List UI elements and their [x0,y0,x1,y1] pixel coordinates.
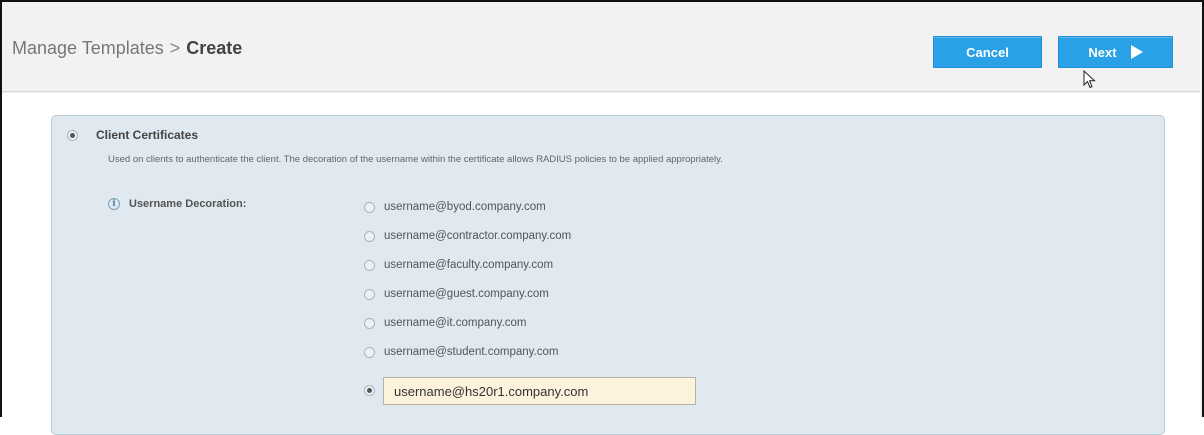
info-icon[interactable]: i [108,198,120,210]
next-button[interactable]: Next [1058,36,1173,68]
breadcrumb-parent[interactable]: Manage Templates [12,38,164,58]
main-content: Client Certificates Used on clients to a… [2,93,1200,435]
cancel-button[interactable]: Cancel [933,36,1042,68]
panel-title: Client Certificates [96,128,199,142]
play-arrow-icon [1130,45,1143,59]
option-radio-contractor[interactable] [364,231,375,242]
option-label-byod[interactable]: username@byod.company.com [384,201,546,213]
option-radio-student[interactable] [364,347,375,358]
username-decoration-label: Username Decoration: [129,198,247,210]
option-label-faculty[interactable]: username@faculty.company.com [384,259,553,271]
option-label-contractor[interactable]: username@contractor.company.com [384,230,571,242]
breadcrumb-separator: > [169,38,181,58]
option-label-student[interactable]: username@student.company.com [384,346,558,358]
client-certificates-radio[interactable] [67,130,78,141]
breadcrumb: Manage Templates > Create [12,38,242,59]
option-radio-it[interactable] [364,318,375,329]
option-label-guest[interactable]: username@guest.company.com [384,288,549,300]
panel-description: Used on clients to authenticate the clie… [108,154,723,165]
next-button-label: Next [1088,44,1117,60]
cancel-button-label: Cancel [966,44,1009,60]
option-label-it[interactable]: username@it.company.com [384,317,527,329]
custom-decoration-input[interactable]: username@hs20r1.company.com [383,377,696,405]
mouse-cursor-icon [1083,70,1096,89]
option-radio-guest[interactable] [364,289,375,300]
client-certificates-panel: Client Certificates Used on clients to a… [51,115,1165,435]
option-radio-custom[interactable] [364,385,375,396]
option-radio-byod[interactable] [364,202,375,213]
option-radio-faculty[interactable] [364,260,375,271]
breadcrumb-current: Create [186,38,243,58]
